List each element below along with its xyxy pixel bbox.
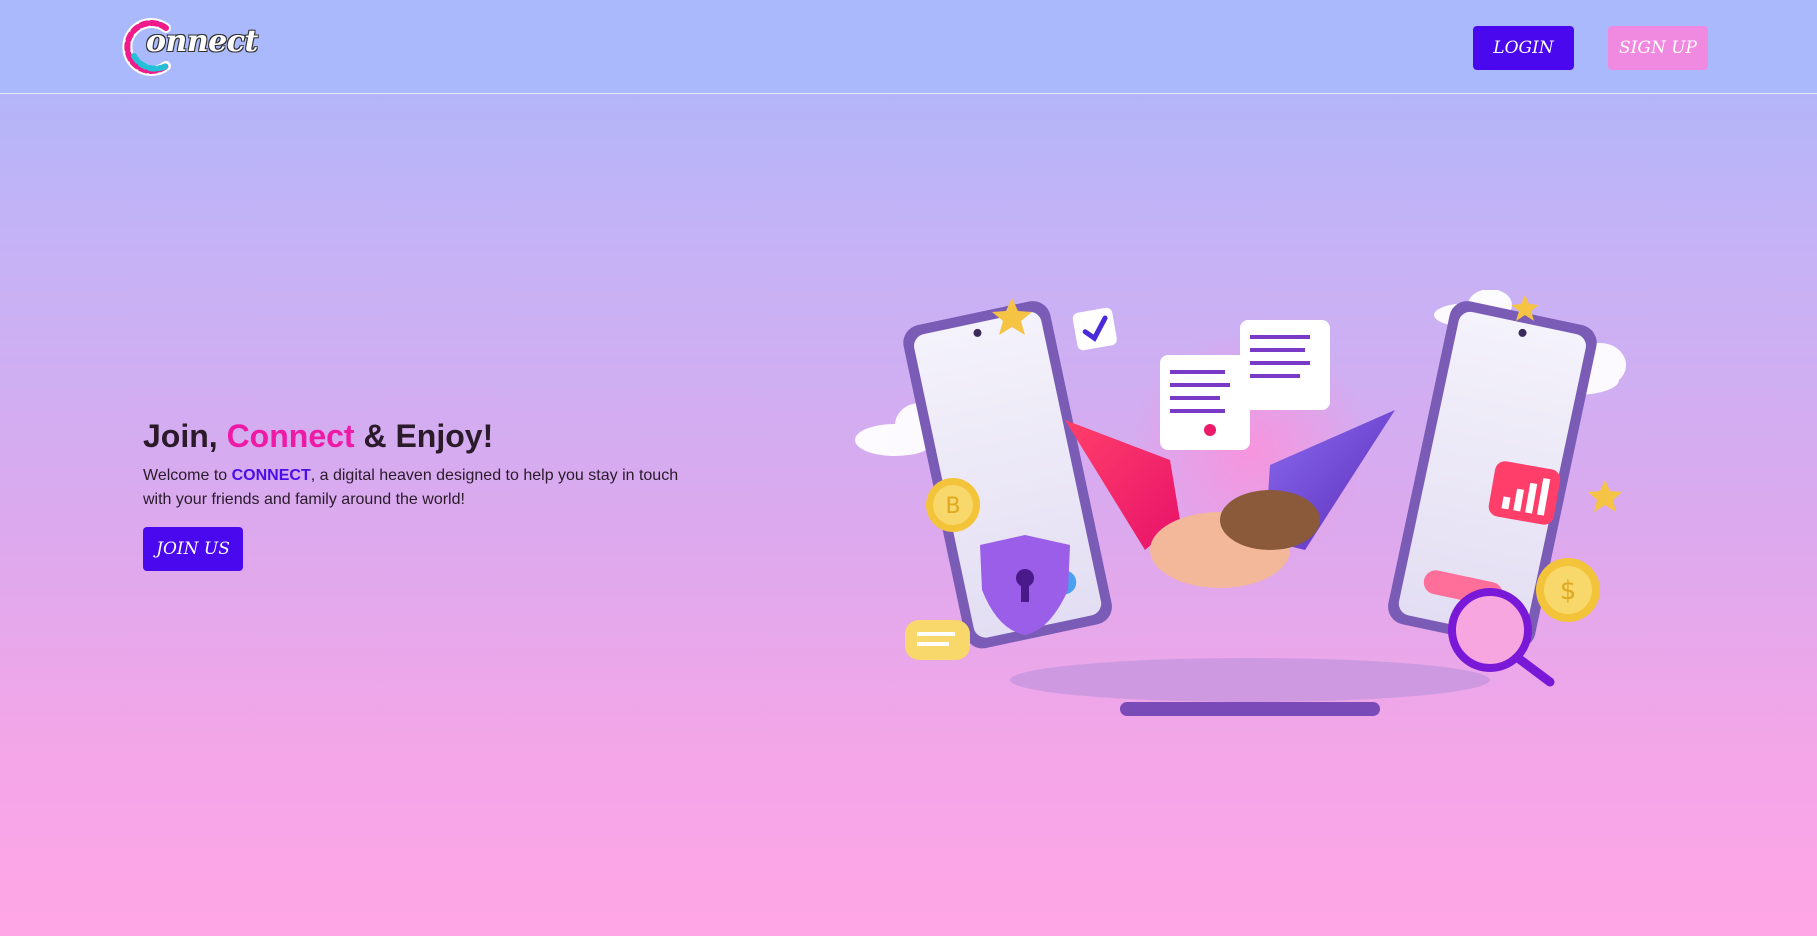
- hero-title-accent: Connect: [226, 418, 355, 454]
- hero-title: Join, Connect & Enjoy!: [143, 414, 743, 458]
- join-us-button[interactable]: JOIN US: [143, 527, 243, 571]
- top-navbar: onnect LOGIN SIGN UP: [0, 0, 1817, 94]
- shadow: [1010, 658, 1490, 702]
- logo-text: onnect: [146, 24, 258, 59]
- checkmark-icon: [1072, 307, 1117, 351]
- login-button[interactable]: LOGIN: [1473, 26, 1574, 70]
- coin-icon: B: [926, 478, 980, 532]
- document-icon: [1160, 355, 1250, 450]
- hand-right: [1220, 490, 1320, 550]
- logo[interactable]: onnect: [120, 16, 258, 78]
- chart-badge-icon: [1488, 461, 1561, 525]
- svg-text:$: $: [1560, 576, 1577, 606]
- signup-button[interactable]: SIGN UP: [1608, 26, 1708, 70]
- hero-title-part1: Join,: [143, 418, 227, 454]
- chat-bubble-icon: [905, 620, 970, 660]
- document-icon: [1240, 320, 1330, 410]
- coin-icon: $: [1536, 558, 1600, 622]
- hero-desc-part1: Welcome to: [143, 467, 232, 484]
- pen: [1120, 702, 1380, 716]
- star-icon: [1588, 480, 1622, 512]
- hero-section: Join, Connect & Enjoy! Welcome to CONNEC…: [143, 414, 743, 512]
- hero-desc-brand: CONNECT: [231, 467, 311, 484]
- hero-title-part2: & Enjoy!: [354, 418, 494, 454]
- hero-description: Welcome to CONNECT, a digital heaven des…: [143, 464, 703, 512]
- svg-text:B: B: [945, 494, 960, 519]
- handshake-illustration: B $: [855, 290, 1626, 716]
